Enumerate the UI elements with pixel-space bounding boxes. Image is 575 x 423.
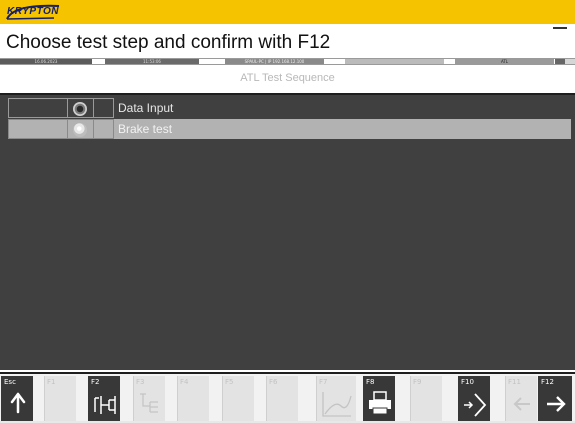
key-label: F12 <box>541 378 554 386</box>
key-label: F2 <box>91 378 100 386</box>
radio-selected-icon[interactable] <box>73 123 87 137</box>
section-title: ATL Test Sequence <box>240 72 335 84</box>
step-cell <box>94 98 114 118</box>
step-cell <box>8 119 68 139</box>
key-label: F5 <box>225 378 234 386</box>
status-gap <box>325 59 345 64</box>
function-key-bar: Esc F1 F2 F3 F4 F5 F6 F7 F8 F9 F10 F11 F… <box>0 372 575 423</box>
f11-key-button[interactable]: F11 <box>505 376 537 422</box>
page-title: Choose test step and confirm with F12 <box>6 32 331 53</box>
step-cell <box>8 98 68 118</box>
key-label: F11 <box>508 378 521 386</box>
tree-branch-icon <box>94 396 116 414</box>
f4-key-button[interactable]: F4 <box>177 376 209 422</box>
key-label: F8 <box>366 378 375 386</box>
section-header: ATL Test Sequence <box>0 65 575 93</box>
status-field <box>345 59 445 64</box>
key-label: Esc <box>4 378 16 386</box>
arrow-right-icon <box>547 396 566 412</box>
status-host: SPAUL-PC | IP 192.168.12.100 <box>225 59 325 64</box>
f1-key-button[interactable]: F1 <box>44 376 76 422</box>
graph-icon <box>322 392 352 417</box>
brand-bar: KRYPTON <box>0 0 575 24</box>
f3-key-button[interactable]: F3 <box>133 376 165 422</box>
f9-key-button[interactable]: F9 <box>410 376 442 422</box>
key-label: F10 <box>461 378 474 386</box>
key-label: F3 <box>136 378 145 386</box>
radio-unselected-icon[interactable] <box>73 102 87 116</box>
f10-key-button[interactable]: F10 <box>458 376 490 422</box>
step-status-cell <box>68 119 94 139</box>
confirm-arrow-icon <box>464 393 487 417</box>
minimize-icon[interactable] <box>553 27 567 29</box>
key-label: F6 <box>269 378 278 386</box>
step-label: Data Input <box>118 101 174 115</box>
status-gap <box>445 59 455 64</box>
arrow-up-icon <box>10 392 26 414</box>
f2-key-button[interactable]: F2 <box>88 376 120 422</box>
hierarchy-icon <box>140 393 158 413</box>
status-mode: ATL <box>455 59 555 64</box>
key-label: F1 <box>47 378 56 386</box>
f5-key-button[interactable]: F5 <box>222 376 254 422</box>
step-status-cell <box>68 98 94 118</box>
f12-key-button[interactable]: F12 <box>538 376 572 422</box>
logo-text: KRYPTON <box>6 6 60 17</box>
test-step-data-input[interactable]: Data Input <box>8 98 571 118</box>
key-label: F7 <box>319 378 328 386</box>
arrow-left-icon <box>513 397 530 411</box>
step-cell <box>94 119 114 139</box>
f8-key-button[interactable]: F8 <box>363 376 395 422</box>
key-label: F9 <box>413 378 422 386</box>
f7-key-button[interactable]: F7 <box>316 376 356 422</box>
status-end <box>555 59 565 64</box>
status-strip: 16.06.2023 11:53:06 SPAUL-PC | IP 192.16… <box>0 58 575 65</box>
test-step-brake-test[interactable]: Brake test <box>8 119 571 139</box>
instruction-bar: Choose test step and confirm with F12 <box>0 24 575 58</box>
f6-key-button[interactable]: F6 <box>266 376 298 422</box>
status-gap <box>93 59 105 64</box>
krypton-logo: KRYPTON <box>4 3 62 21</box>
key-label: F4 <box>180 378 189 386</box>
step-label: Brake test <box>118 122 173 136</box>
test-step-list: Data Input Brake test <box>0 93 575 370</box>
status-gap <box>200 59 225 64</box>
status-time: 11:53:06 <box>105 59 200 64</box>
status-date: 16.06.2023 <box>0 59 93 64</box>
printer-icon <box>369 391 391 415</box>
esc-key-button[interactable]: Esc <box>1 376 33 422</box>
